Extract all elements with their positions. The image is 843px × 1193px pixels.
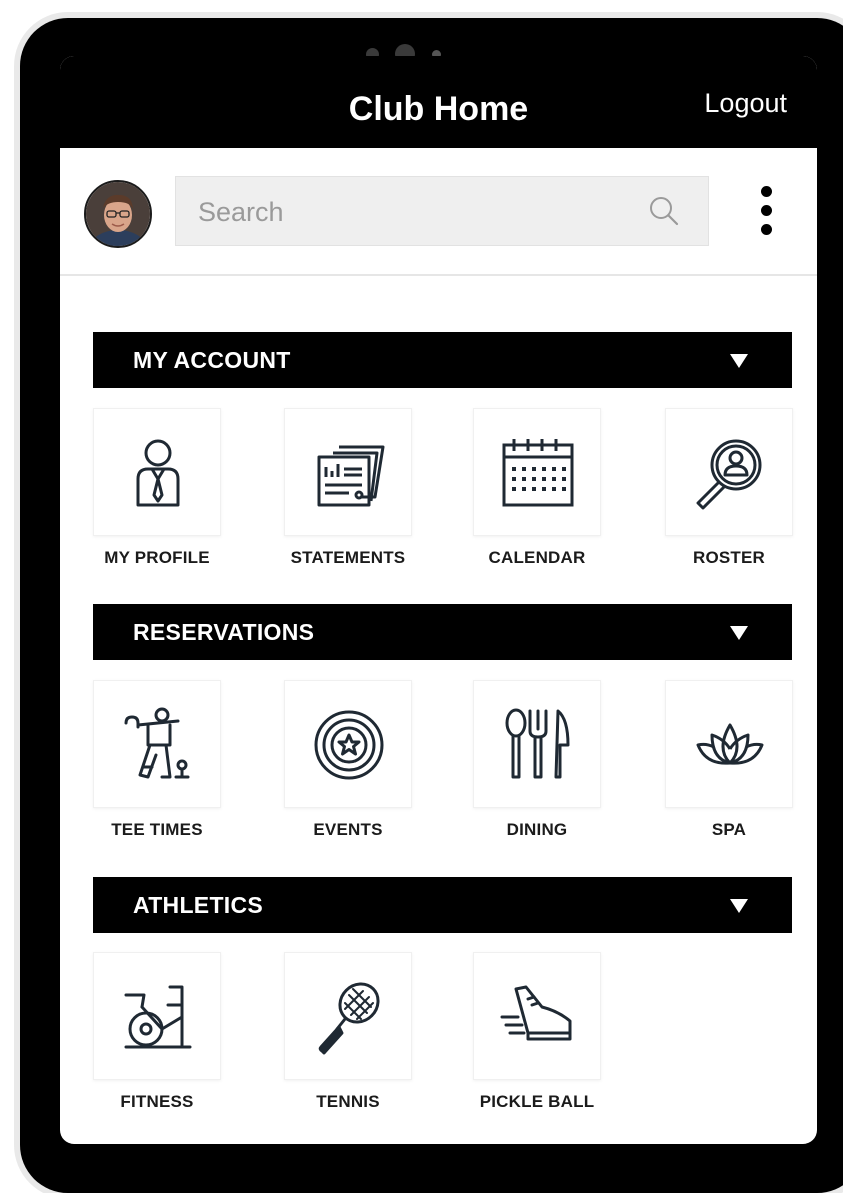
tile-label: PICKLE BALL	[479, 1092, 595, 1111]
tile-tennis[interactable]	[284, 952, 412, 1080]
top-bar: Club Home Logout	[60, 56, 817, 148]
dining-utensils-icon	[505, 708, 570, 779]
tile-pickle-ball[interactable]	[473, 952, 601, 1080]
app-screen: Club Home Logout MY AC	[60, 56, 817, 1144]
logout-link[interactable]: Logout	[704, 88, 787, 119]
tile-spa[interactable]	[665, 680, 793, 808]
section-athletics[interactable]: ATHLETICS	[93, 877, 792, 933]
tile-label: CALENDAR	[488, 548, 586, 567]
profile-icon	[136, 439, 180, 507]
search-box	[175, 176, 709, 247]
section-label: ATHLETICS	[133, 892, 264, 918]
calendar-icon	[502, 439, 574, 507]
statements-icon	[317, 445, 385, 507]
section-label: MY ACCOUNT	[133, 347, 291, 373]
search-row	[60, 148, 817, 276]
caret-down-icon[interactable]	[730, 626, 748, 640]
tile-my-profile[interactable]	[93, 408, 221, 536]
section-my-account[interactable]: MY ACCOUNT	[93, 332, 792, 388]
exercise-bike-icon	[124, 985, 192, 1049]
tile-tee-times[interactable]	[93, 680, 221, 808]
search-icon[interactable]	[648, 195, 680, 232]
tile-calendar[interactable]	[473, 408, 601, 536]
caret-down-icon[interactable]	[730, 354, 748, 368]
sneaker-icon	[500, 985, 572, 1041]
avatar[interactable]	[84, 180, 152, 248]
roster-icon	[696, 439, 762, 510]
tile-roster[interactable]	[665, 408, 793, 536]
tile-statements[interactable]	[284, 408, 412, 536]
events-star-icon	[314, 710, 384, 780]
tile-label: TENNIS	[316, 1092, 380, 1111]
tile-label: DINING	[506, 820, 568, 839]
tile-label: TEE TIMES	[111, 820, 203, 839]
tile-label: ROSTER	[692, 548, 766, 567]
tile-label: SPA	[711, 820, 747, 839]
tile-label: EVENTS	[313, 820, 383, 839]
tile-label: STATEMENTS	[290, 548, 406, 567]
lotus-icon	[696, 723, 764, 765]
golfer-icon	[124, 707, 190, 779]
tile-events[interactable]	[284, 680, 412, 808]
search-input[interactable]	[196, 177, 640, 247]
more-options-icon[interactable]	[760, 186, 774, 236]
tennis-racket-icon	[318, 982, 380, 1055]
tile-label: MY PROFILE	[104, 548, 210, 567]
caret-down-icon[interactable]	[730, 899, 748, 913]
tile-label: FITNESS	[120, 1092, 194, 1111]
section-reservations[interactable]: RESERVATIONS	[93, 604, 792, 660]
tile-dining[interactable]	[473, 680, 601, 808]
section-label: RESERVATIONS	[133, 619, 315, 645]
tile-fitness[interactable]	[93, 952, 221, 1080]
